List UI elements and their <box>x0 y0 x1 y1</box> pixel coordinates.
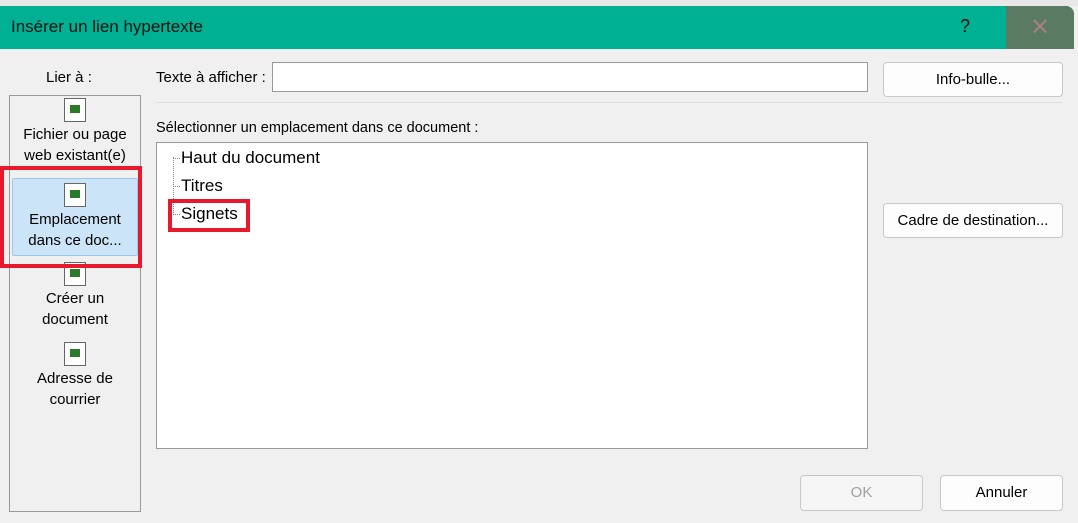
tree-item-headings[interactable]: Titres <box>181 176 223 196</box>
sidebar-item-label: document <box>42 311 108 328</box>
close-button[interactable]: ✕ <box>1006 6 1074 49</box>
location-tree[interactable]: Haut du document Titres Signets <box>156 142 868 449</box>
highlight-box <box>0 166 142 268</box>
cancel-button[interactable]: Annuler <box>940 475 1063 511</box>
screentip-button[interactable]: Info-bulle... <box>883 62 1063 97</box>
text-to-display-label: Texte à afficher : <box>156 69 266 86</box>
email-icon <box>64 342 86 366</box>
sidebar-item-label: courrier <box>49 391 101 408</box>
sidebar-item-label: web existant(e) <box>24 147 126 164</box>
divider <box>156 102 1062 103</box>
text-to-display-input[interactable] <box>272 62 868 92</box>
link-to-label: Lier à : <box>46 69 92 86</box>
sidebar-item-label: Adresse de <box>37 370 113 387</box>
dialog-title: Insérer un lien hypertexte <box>11 17 203 36</box>
sidebar-item-label: Créer un <box>45 290 105 307</box>
tree-line <box>173 158 180 159</box>
target-frame-button[interactable]: Cadre de destination... <box>883 203 1063 238</box>
sidebar-item-create-document[interactable]: Créer un document <box>10 262 140 330</box>
sidebar-item-email-address[interactable]: Adresse de courrier <box>10 342 140 410</box>
highlight-box <box>168 199 250 232</box>
location-label: Sélectionner un emplacement dans ce docu… <box>156 120 479 136</box>
sidebar-item-existing-file[interactable]: Fichier ou page web existant(e) <box>10 98 140 166</box>
tree-line <box>173 186 180 187</box>
tree-item-top-of-document[interactable]: Haut du document <box>181 148 320 168</box>
help-button[interactable]: ? <box>960 16 970 37</box>
sidebar-item-label: Fichier ou page <box>23 126 127 143</box>
web-page-icon <box>64 98 86 122</box>
ok-button[interactable]: OK <box>800 475 923 511</box>
title-bar: Insérer un lien hypertexte ? ✕ <box>0 6 1074 49</box>
link-to-sidebar: Fichier ou page web existant(e) Emplacem… <box>9 95 141 512</box>
close-icon: ✕ <box>1029 14 1051 41</box>
